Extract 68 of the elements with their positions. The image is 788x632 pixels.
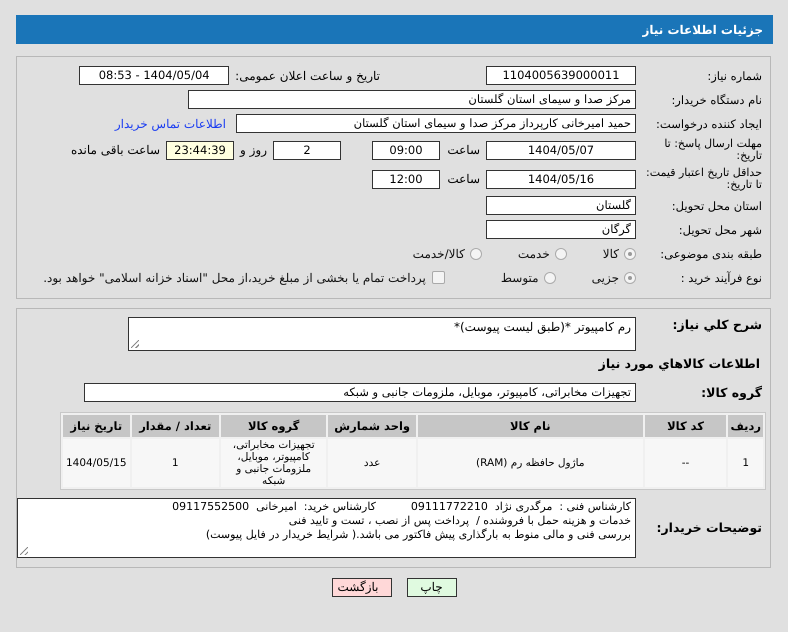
buyer-notes-textarea[interactable] [17,498,636,558]
field-label: گروه کالا: [700,385,763,400]
field-label: استان محل تحویل: [670,198,763,212]
field-label: تاریخ و ساعت اعلان عمومی: [235,68,380,82]
field-label: ساعت باقی مانده [70,143,160,157]
field-label: حداقل تاریخ اعتبار قیمت: تا تاریخ: [645,167,763,191]
table-cell: -- [644,439,726,487]
radio-label: کالا [602,246,619,260]
field-label: طبقه بندی موضوعی: [659,246,763,260]
page-title: جزئیات اطلاعات نیاز [642,22,763,36]
description-textarea[interactable]: رم کامپیوتر *(طبق لیست پیوست)* [128,317,636,351]
date-field: 1404/05/16 [486,170,636,188]
column-header: گروه کالا [220,415,326,437]
radio-button[interactable] [470,248,482,260]
column-header: نام کالا [418,415,643,437]
announce-date-field: 1404/05/04 - 08:53 [79,66,230,85]
field-label: مهلت ارسال پاسخ: تا تاریخ: [663,138,763,162]
column-header: واحد شمارش [328,415,416,437]
field-label: شماره نیاز: [706,68,763,82]
city-field: گرگان [486,220,636,239]
resize-grip-icon [131,340,139,348]
radio-button[interactable] [554,248,567,260]
radio-label: خدمت [518,246,550,260]
province-field: گلستان [486,196,636,215]
radio-button[interactable] [624,272,636,284]
field-label: شرح کلي نیاز: [672,317,763,332]
field-label: توضیحات خریدار: [655,520,763,535]
goods-group-field: تجهیزات مخابراتی، کامپیوتر، موبایل، ملزومات جانبی و شبکه [84,383,636,402]
print-button[interactable]: چاپ [406,578,456,597]
field-label: روز و [240,143,267,157]
field-label: ایجاد کننده درخواست: [655,116,763,130]
checkbox-label: پرداخت تمام یا بخشی از مبلغ خرید،از محل "اسناد خزانه اسلامی" خواهد بود. [43,270,426,284]
field-label: نوع فرآیند خرید : [680,270,763,284]
back-button[interactable]: بازگشت [332,578,392,597]
field-label: شهر محل تحویل: [678,222,763,236]
section-heading: اطلاعات کالاهاي مورد نياز [597,356,761,371]
date-field: 1404/05/07 [486,140,636,160]
table-cell: 1 [132,439,219,487]
field-label: ساعت [446,143,480,157]
notes-line: خدمات و هزینه حمل با فروشنده / پرداخت پس از نصب ، تست و تایید فنی [288,514,631,528]
time-field: 09:00 [372,140,440,160]
notes-line: بررسی فنی و مالی منوط به بارگذاری پیش فاکتور می باشد.( شرایط خریدار در فایل پیوست) [204,528,631,542]
resize-grip-icon [20,547,28,555]
table-cell: 1404/05/15 [63,439,130,487]
radio-label: جزیی [592,270,619,284]
remaining-time-field: 23:44:39 [166,140,234,160]
radio-label: متوسط [500,270,539,284]
column-header: تعداد / مقدار [132,415,219,437]
time-field: 12:00 [372,170,440,188]
buyer-org-field: مرکز صدا و سیمای استان گلستان [188,90,636,109]
column-header: کد کالا [644,415,726,437]
radio-button[interactable] [544,272,556,284]
buyer-contact-link[interactable]: اطلاعات تماس خریدار [114,116,226,130]
table-cell: 1 [728,439,763,487]
table-cell: ماژول حافظه رم (RAM) [418,439,643,487]
column-header: ردیف [728,415,763,437]
field-label: ساعت [446,172,480,186]
need-number-field: 1104005639000011 [486,66,636,85]
radio-label: کالا/خدمت [412,246,465,260]
field-label: نام دستگاه خریدار: [670,92,763,106]
checkbox[interactable] [432,271,445,284]
days-field: 2 [273,140,341,160]
notes-line: کارشناس فنی : مرگدری نژاد 09111772210 کارشناس خرید: امیرخانی 09117552500 [171,500,631,514]
radio-button[interactable] [624,248,636,260]
table-cell: عدد [328,439,416,487]
table-cell: تجهیزات مخابراتی، کامپیوتر، موبایل، ملزومات جانبی و شبکه [220,439,326,487]
column-header: تاریخ نیاز [63,415,130,437]
requester-field: حمید امیرخانی کارپرداز مرکز صدا و سیمای استان گلستان [236,114,636,133]
